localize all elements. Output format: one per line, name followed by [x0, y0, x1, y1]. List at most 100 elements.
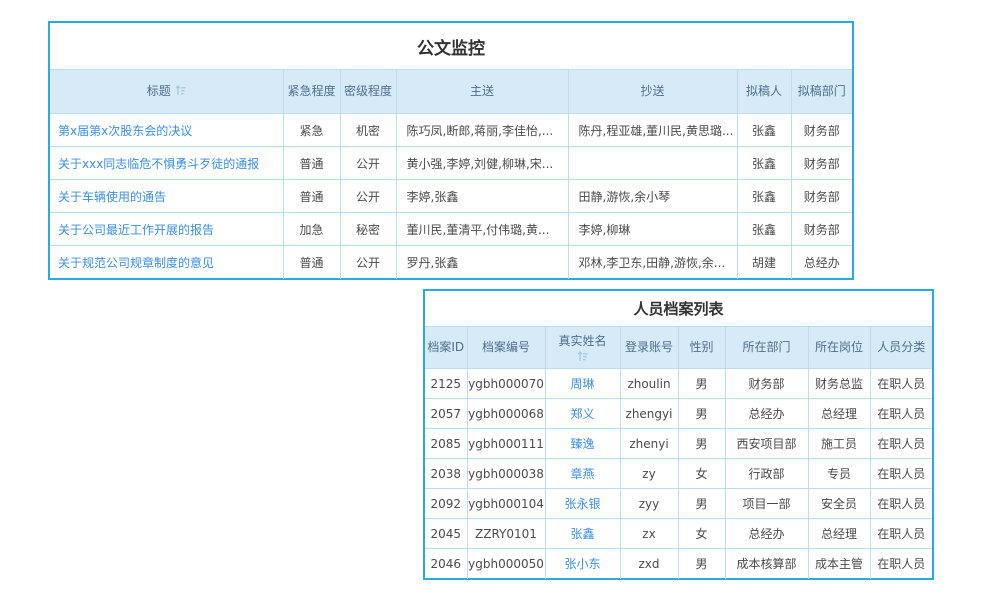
- column-header: 所在部门: [725, 327, 808, 369]
- cell: 关于xxx同志临危不惧勇斗歹徒的通报: [50, 147, 283, 180]
- column-header-label: 抄送: [640, 84, 664, 98]
- cell: 张鑫: [737, 114, 791, 147]
- column-header-label: 真实姓名: [558, 334, 606, 348]
- cell: ZZRY0101: [467, 519, 545, 549]
- table-row: 2125ygbh000070周琳zhoulin男财务部财务总监在职人员: [425, 369, 932, 399]
- personnel-body: 2125ygbh000070周琳zhoulin男财务部财务总监在职人员2057y…: [425, 369, 932, 579]
- person-name-link[interactable]: 郑义: [570, 407, 594, 421]
- cell: ygbh000068: [467, 399, 545, 429]
- cell: 女: [678, 519, 725, 549]
- column-header: 紧急程度: [283, 70, 340, 114]
- table-row: 2046ygbh000050张小东zxd男成本核算部成本主管在职人员: [425, 549, 932, 579]
- cell: ygbh000070: [467, 369, 545, 399]
- cell: 张鑫: [737, 147, 791, 180]
- cell: 张鑫: [737, 213, 791, 246]
- cell: 张鑫: [737, 180, 791, 213]
- cell: zx: [620, 519, 678, 549]
- cell: 关于规范公司规章制度的意见: [50, 246, 283, 279]
- table-row: 2085ygbh000111臻逸zhenyi男西安项目部施工员在职人员: [425, 429, 932, 459]
- table-row: 关于车辆使用的通告 普通公开李婷,张鑫田静,游恢,余小琴张鑫财务部: [50, 180, 852, 213]
- cell: 在职人员: [870, 519, 932, 549]
- cell: 普通: [283, 180, 340, 213]
- person-name-link[interactable]: 张小东: [564, 557, 600, 571]
- sort-icon[interactable]: [175, 85, 186, 96]
- cell: 2057: [425, 399, 467, 429]
- person-name-link[interactable]: 臻逸: [570, 437, 594, 451]
- column-header[interactable]: 真实姓名: [545, 327, 620, 369]
- doc-title-link[interactable]: 第x届第x次股东会的决议: [58, 124, 192, 138]
- cell: 在职人员: [870, 429, 932, 459]
- cell: zhenyi: [620, 429, 678, 459]
- person-name-link[interactable]: 张鑫: [570, 527, 594, 541]
- cell: 邓林,李卫东,田静,游恢,余...: [568, 246, 737, 279]
- doc-title-link[interactable]: 关于公司最近工作开展的报告: [58, 223, 214, 237]
- cell: 张小东: [545, 549, 620, 579]
- cell: 财务部: [791, 147, 852, 180]
- table-row: 关于公司最近工作开展的报告加急秘密董川民,董清平,付伟璐,黄...李婷,柳琳张鑫…: [50, 213, 852, 246]
- cell: 2038: [425, 459, 467, 489]
- cell: 罗丹,张鑫: [396, 246, 568, 279]
- column-header-label: 人员分类: [877, 340, 925, 354]
- cell: 成本主管: [808, 549, 870, 579]
- person-name-link[interactable]: 章燕: [570, 467, 594, 481]
- cell: 张鑫: [545, 519, 620, 549]
- cell: 胡建: [737, 246, 791, 279]
- table-row: 第x届第x次股东会的决议紧急机密陈巧凤,断郎,蒋丽,李佳怡,...陈丹,程亚雄,…: [50, 114, 852, 147]
- person-name-link[interactable]: 张永银: [564, 497, 600, 511]
- column-header-label: 所在岗位: [815, 340, 863, 354]
- doc-monitor-table: 标题紧急程度密级程度主送抄送拟稿人拟稿部门 第x届第x次股东会的决议紧急机密陈巧…: [50, 69, 852, 279]
- person-name-link[interactable]: 周琳: [570, 377, 594, 391]
- cell: 男: [678, 489, 725, 519]
- cell: 财务部: [791, 213, 852, 246]
- cell: 总经理: [808, 399, 870, 429]
- doc-title-link[interactable]: 关于规范公司规章制度的意见: [58, 256, 214, 270]
- cell: 男: [678, 369, 725, 399]
- cell: 周琳: [545, 369, 620, 399]
- cell: 李婷,张鑫: [396, 180, 568, 213]
- cell: zhengyi: [620, 399, 678, 429]
- cell: 郑义: [545, 399, 620, 429]
- header-row: 标题紧急程度密级程度主送抄送拟稿人拟稿部门: [50, 70, 852, 114]
- cell: 在职人员: [870, 459, 932, 489]
- column-header[interactable]: 标题: [50, 70, 283, 114]
- header-row: 档案ID档案编号真实姓名登录账号性别所在部门所在岗位人员分类: [425, 327, 932, 369]
- cell: 总经办: [725, 519, 808, 549]
- column-header-label: 主送: [470, 84, 494, 98]
- doc-monitor-panel: 公文监控 标题紧急程度密级程度主送抄送拟稿人拟稿部门 第x届第x次股东会的决议紧…: [48, 21, 854, 280]
- column-header-label: 标题: [147, 84, 171, 98]
- cell: 总经理: [808, 519, 870, 549]
- column-header: 登录账号: [620, 327, 678, 369]
- cell: 财务总监: [808, 369, 870, 399]
- cell: ygbh000104: [467, 489, 545, 519]
- cell: ygbh000050: [467, 549, 545, 579]
- sort-icon[interactable]: [577, 351, 588, 362]
- cell: 公开: [340, 180, 396, 213]
- cell: ygbh000038: [467, 459, 545, 489]
- cell: 公开: [340, 147, 396, 180]
- table-row: 2057ygbh000068郑义zhengyi男总经办总经理在职人员: [425, 399, 932, 429]
- cell: 行政部: [725, 459, 808, 489]
- cell: 女: [678, 459, 725, 489]
- doc-monitor-header: 标题紧急程度密级程度主送抄送拟稿人拟稿部门: [50, 70, 852, 114]
- cell: 财务部: [791, 180, 852, 213]
- table-row: 2045ZZRY0101张鑫zx女总经办总经理在职人员: [425, 519, 932, 549]
- doc-title-link[interactable]: 关于xxx同志临危不惧勇斗歹徒的通报: [58, 157, 259, 171]
- column-header-label: 所在部门: [742, 340, 790, 354]
- cell: 陈巧凤,断郎,蒋丽,李佳怡,...: [396, 114, 568, 147]
- cell: 机密: [340, 114, 396, 147]
- cell: 2085: [425, 429, 467, 459]
- cell: 公开: [340, 246, 396, 279]
- cell: 男: [678, 549, 725, 579]
- doc-title-link[interactable]: 关于车辆使用的通告: [58, 190, 166, 204]
- cell: 田静,游恢,余小琴: [568, 180, 737, 213]
- cell: 2092: [425, 489, 467, 519]
- cell: 在职人员: [870, 369, 932, 399]
- cell: zhoulin: [620, 369, 678, 399]
- cell: 在职人员: [870, 549, 932, 579]
- table-row: 关于规范公司规章制度的意见普通公开罗丹,张鑫邓林,李卫东,田静,游恢,余...胡…: [50, 246, 852, 279]
- column-header: 拟稿人: [737, 70, 791, 114]
- cell: zxd: [620, 549, 678, 579]
- cell: 总经办: [791, 246, 852, 279]
- column-header-label: 拟稿部门: [798, 84, 846, 98]
- cell: zy: [620, 459, 678, 489]
